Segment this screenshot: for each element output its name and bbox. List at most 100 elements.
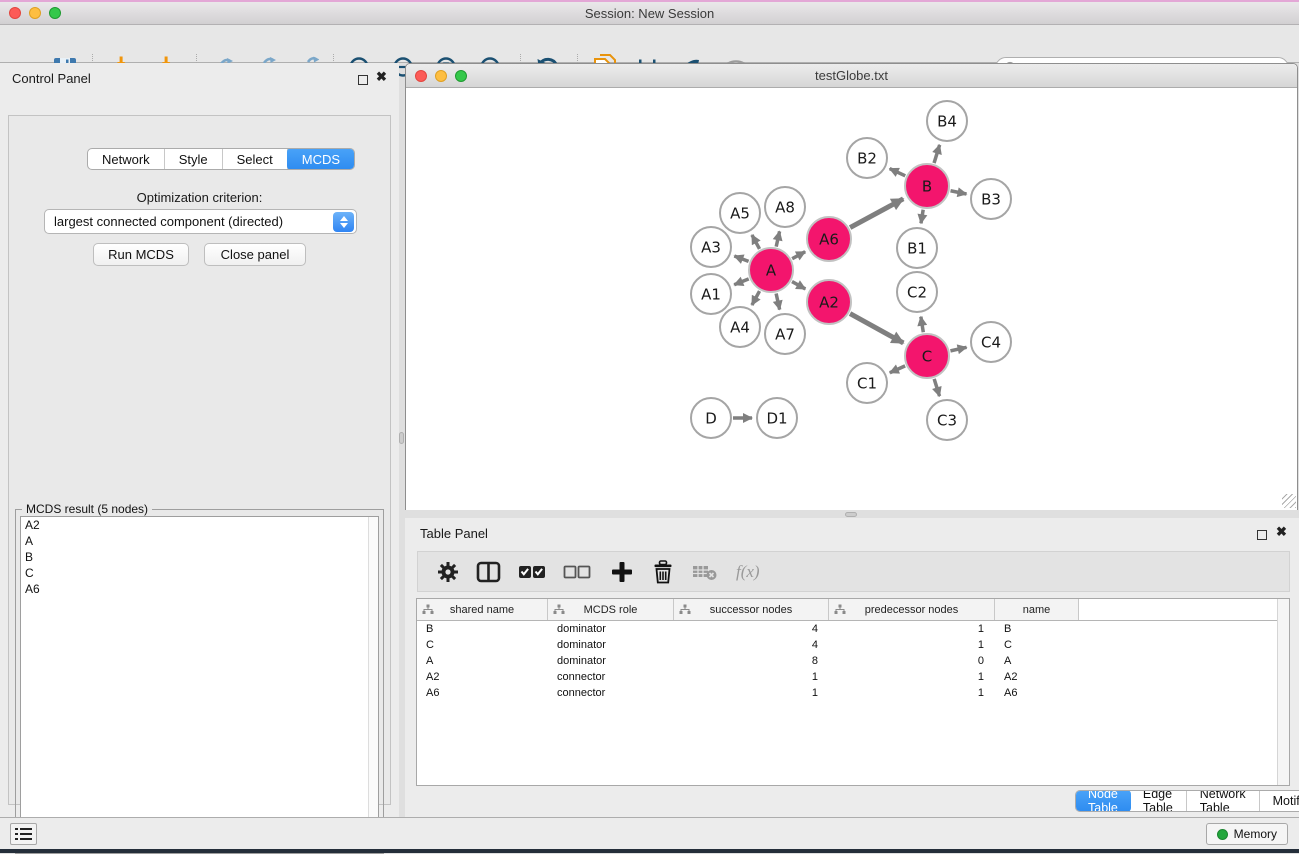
graph-node-B4[interactable]: B4 <box>927 101 967 141</box>
graph-node-C[interactable]: C <box>905 334 949 378</box>
vertical-splitter-handle[interactable] <box>399 432 404 444</box>
graph-edge-C-C3[interactable] <box>934 379 939 396</box>
select-all-button[interactable] <box>518 557 546 587</box>
tab-network[interactable]: Network <box>88 149 165 169</box>
cell-predecessor-nodes: 1 <box>829 639 995 651</box>
column-header-predecessor-nodes[interactable]: predecessor nodes <box>829 599 995 620</box>
delete-table-icon <box>692 562 718 582</box>
table-options-button[interactable] <box>436 557 460 587</box>
graph-edge-A-A8[interactable] <box>776 231 779 246</box>
run-mcds-button[interactable]: Run MCDS <box>93 243 189 266</box>
graph-node-B[interactable]: B <box>905 164 949 208</box>
graph-edge-C-C4[interactable] <box>950 347 966 351</box>
table-row-B[interactable]: Bdominator41B <box>417 621 1289 637</box>
graph-edge-A-A2[interactable] <box>792 282 805 289</box>
mcds-result-item[interactable]: A6 <box>21 581 378 597</box>
optimization-criterion-select[interactable]: largest connected component (directed) <box>44 209 357 234</box>
graph-edge-A-A4[interactable] <box>752 291 760 305</box>
cell-name: A <box>995 655 1079 667</box>
graph-edge-B-B4[interactable] <box>934 145 940 163</box>
tab-select[interactable]: Select <box>223 149 288 169</box>
horizontal-splitter-handle[interactable] <box>845 512 857 517</box>
table-row-A2[interactable]: A2connector11A2 <box>417 669 1289 685</box>
svg-text:C1: C1 <box>857 374 877 392</box>
graph-node-A[interactable]: A <box>749 248 793 292</box>
close-table-panel-button[interactable]: ✖ <box>1276 527 1287 537</box>
cell-predecessor-nodes: 1 <box>829 671 995 683</box>
graph-node-B3[interactable]: B3 <box>971 179 1011 219</box>
tab-motifs[interactable]: Motifs <box>1260 791 1299 811</box>
graph-node-A3[interactable]: A3 <box>691 227 731 267</box>
graph-edge-B-B1[interactable] <box>921 210 923 224</box>
graph-edge-A-A3[interactable] <box>734 256 748 261</box>
graph-edge-A2-C[interactable] <box>850 314 903 343</box>
graph-edge-B-B3[interactable] <box>951 191 967 194</box>
table-scrollbar[interactable] <box>1277 599 1289 785</box>
graph-edge-C-C2[interactable] <box>921 317 923 333</box>
graph-edge-A-A5[interactable] <box>752 235 760 249</box>
result-scrollbar[interactable] <box>368 517 378 848</box>
float-table-panel-button[interactable] <box>1257 527 1267 545</box>
tab-edge-table[interactable]: Edge Table <box>1130 791 1187 811</box>
graph-node-B1[interactable]: B1 <box>897 228 937 268</box>
graph-node-A8[interactable]: A8 <box>765 187 805 227</box>
column-header-successor-nodes[interactable]: successor nodes <box>674 599 829 620</box>
mcds-result-item[interactable]: A2 <box>21 517 378 533</box>
task-history-button[interactable] <box>10 823 37 845</box>
graph-node-C4[interactable]: C4 <box>971 322 1011 362</box>
graph-edge-C-C1[interactable] <box>890 366 905 373</box>
graph-edge-A-A7[interactable] <box>776 293 780 309</box>
show-column-button[interactable] <box>476 557 502 587</box>
graph-edge-A-A1[interactable] <box>734 279 749 285</box>
node-table: shared nameMCDS rolesuccessor nodesprede… <box>416 598 1290 786</box>
close-panel-button-secondary[interactable]: Close panel <box>204 243 306 266</box>
mcds-result-item[interactable]: A <box>21 533 378 549</box>
table-row-C[interactable]: Cdominator41C <box>417 637 1289 653</box>
graph-node-D[interactable]: D <box>691 398 731 438</box>
tab-style[interactable]: Style <box>165 149 223 169</box>
function-builder-button[interactable]: f(x) <box>736 557 760 587</box>
table-panel-title: Table Panel <box>420 526 488 541</box>
mcds-result-item[interactable]: C <box>21 565 378 581</box>
svg-text:B2: B2 <box>857 149 877 167</box>
table-row-A6[interactable]: A6connector11A6 <box>417 685 1289 701</box>
column-header-MCDS-role[interactable]: MCDS role <box>548 599 674 620</box>
graph-edge-A-A6[interactable] <box>792 252 805 259</box>
window-resize-grip[interactable] <box>1282 494 1296 508</box>
cell-MCDS-role: connector <box>548 687 674 699</box>
graph-edge-A6-B[interactable] <box>850 199 903 228</box>
graph-node-B2[interactable]: B2 <box>847 138 887 178</box>
network-window-titlebar[interactable]: testGlobe.txt <box>406 64 1297 88</box>
tab-mcds[interactable]: MCDS <box>287 148 355 170</box>
close-panel-button[interactable]: ✖ <box>376 72 387 82</box>
graph-node-C3[interactable]: C3 <box>927 400 967 440</box>
tab-network-table[interactable]: Network Table <box>1187 791 1260 811</box>
column-header-shared-name[interactable]: shared name <box>417 599 548 620</box>
graph-node-A6[interactable]: A6 <box>807 217 851 261</box>
network-canvas[interactable]: B4 B2 B B3 A8A5 A6 A3 B1 A C2 A1 A2 A4A7 C4 C C1 C3 D D1 <box>406 89 1297 510</box>
table-row-A[interactable]: Adominator80A <box>417 653 1289 669</box>
mcds-result-item[interactable]: B <box>21 549 378 565</box>
tab-node-table[interactable]: Node Table <box>1075 790 1131 812</box>
graph-node-A1[interactable]: A1 <box>691 274 731 314</box>
column-header-name[interactable]: name <box>995 599 1079 620</box>
memory-button[interactable]: Memory <box>1206 823 1288 845</box>
graph-node-A2[interactable]: A2 <box>807 280 851 324</box>
graph-node-D1[interactable]: D1 <box>757 398 797 438</box>
graph-node-A5[interactable]: A5 <box>720 193 760 233</box>
graph-node-C2[interactable]: C2 <box>897 272 937 312</box>
select-all-icon <box>518 565 546 579</box>
float-panel-button[interactable] <box>358 72 368 90</box>
deselect-all-button[interactable] <box>563 557 591 587</box>
delete-column-button[interactable] <box>652 557 674 587</box>
cell-successor-nodes: 4 <box>674 623 829 635</box>
mcds-result-list[interactable]: A2ABCA6 <box>20 516 379 849</box>
graph-node-C1[interactable]: C1 <box>847 363 887 403</box>
cell-successor-nodes: 1 <box>674 687 829 699</box>
graph-node-A4[interactable]: A4 <box>720 307 760 347</box>
graph-node-A7[interactable]: A7 <box>765 314 805 354</box>
delete-table-button[interactable] <box>692 557 718 587</box>
svg-text:C3: C3 <box>937 411 957 429</box>
add-column-button[interactable] <box>611 557 633 587</box>
graph-edge-B-B2[interactable] <box>890 169 906 176</box>
